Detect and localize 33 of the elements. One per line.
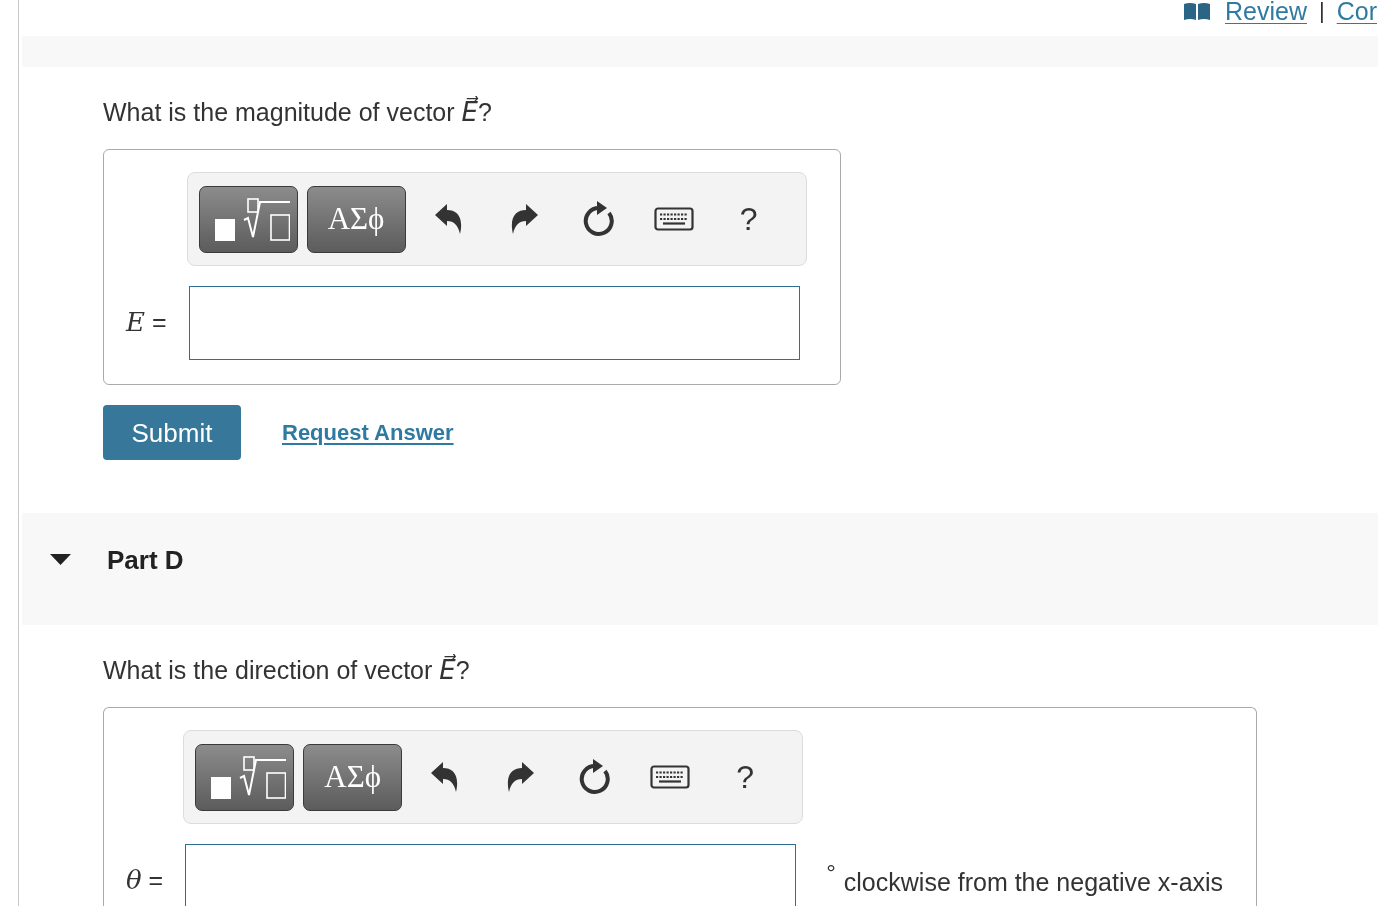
root-template-icon [214,197,290,241]
degree-symbol: ° [826,858,836,888]
question-text: What is the magnitude of vector E⃗? [103,97,492,127]
answer-input[interactable] [185,844,797,906]
undo-icon [434,204,463,234]
separator: | [1319,0,1325,24]
book-icon [1184,2,1210,20]
redo-icon [506,762,535,792]
circular-arrow-icon [579,759,612,795]
keyboard-icon [653,207,694,231]
answer-label: θ = [125,865,165,895]
answer-input[interactable] [188,286,800,360]
header-link[interactable]: Cor [1336,0,1377,24]
greek-letters-button[interactable]: ΑΣϕ [303,743,403,811]
help-button[interactable]: ? [726,197,771,241]
unit-text: clockwise from the negative x-axis [843,867,1224,897]
submit-button[interactable]: Submit [103,405,241,460]
circular-arrow-icon [582,201,615,237]
templates-button[interactable] [195,743,295,811]
redo-icon [509,204,538,234]
part-header[interactable]: Part D [22,513,1378,625]
root-template-icon [211,755,287,799]
request-answer-link[interactable]: Request Answer [282,418,454,447]
greek-letters-button[interactable]: ΑΣϕ [306,185,406,253]
answer-label: E = [124,307,168,337]
help-button[interactable]: ? [723,755,768,799]
templates-button[interactable] [198,185,298,253]
keyboard-icon [650,765,691,789]
expand-triangle-icon[interactable] [50,554,71,565]
part-title: Part D [107,545,184,575]
question-text: What is the direction of vector E⃗? [103,655,470,685]
header-link[interactable]: Review [1225,0,1307,24]
undo-icon [431,762,460,792]
